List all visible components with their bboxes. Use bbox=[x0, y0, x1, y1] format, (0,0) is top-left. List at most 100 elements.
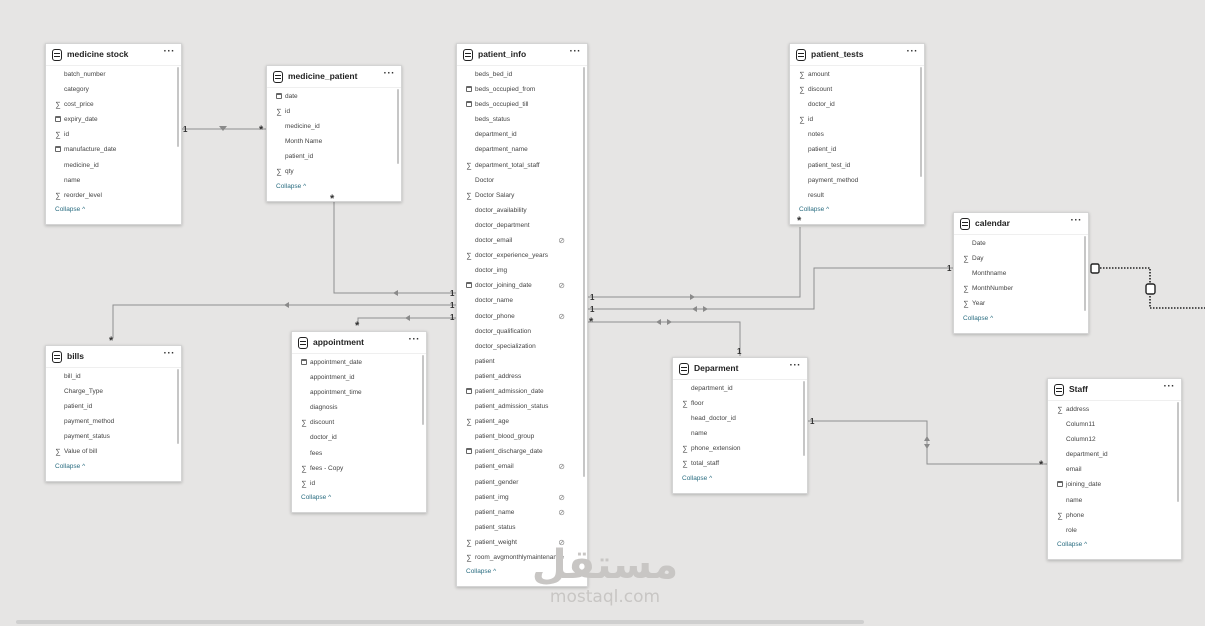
field-item[interactable]: appointment_time bbox=[292, 385, 426, 400]
table-header[interactable]: appointment ··· bbox=[292, 332, 426, 354]
field-list[interactable]: Date ∑ Day Monthname ∑ MonthNumber ∑ Year bbox=[954, 235, 1088, 313]
field-item[interactable]: department_id bbox=[457, 127, 587, 142]
field-list[interactable]: date ∑ id medicine_id Month Name patient_id ∑ q… bbox=[267, 88, 401, 181]
more-options-icon[interactable]: ··· bbox=[1164, 381, 1176, 392]
field-item[interactable]: ∑ phone bbox=[1048, 508, 1181, 523]
collapse-button[interactable]: Collapse ^ bbox=[790, 204, 924, 216]
field-item[interactable]: appointment_id bbox=[292, 370, 426, 385]
field-item[interactable]: ∑ Value of bill bbox=[46, 444, 181, 459]
field-item[interactable]: ∑ id bbox=[267, 104, 401, 119]
relationship-line[interactable] bbox=[588, 227, 801, 298]
field-item[interactable]: email bbox=[1048, 462, 1181, 477]
table-header[interactable]: medicine stock ··· bbox=[46, 44, 181, 66]
more-options-icon[interactable]: ··· bbox=[384, 68, 396, 79]
field-item[interactable]: doctor_img bbox=[457, 263, 587, 278]
field-item[interactable]: notes bbox=[790, 127, 924, 142]
field-item[interactable]: name bbox=[46, 173, 181, 188]
field-item[interactable]: ∑ cost_price bbox=[46, 97, 181, 112]
field-item[interactable]: patient_id bbox=[267, 149, 401, 164]
collapse-button[interactable]: Collapse ^ bbox=[46, 204, 181, 216]
collapse-button[interactable]: Collapse ^ bbox=[954, 313, 1088, 325]
field-item[interactable]: department_name bbox=[457, 142, 587, 157]
field-item[interactable]: beds_status bbox=[457, 112, 587, 127]
field-item[interactable]: role bbox=[1048, 523, 1181, 538]
field-item[interactable]: doctor_phone ⊘ bbox=[457, 309, 587, 324]
field-item[interactable]: patient_id bbox=[790, 142, 924, 157]
field-item[interactable]: ∑ total_staff bbox=[673, 456, 807, 471]
more-options-icon[interactable]: ··· bbox=[907, 46, 919, 57]
field-item[interactable]: beds_occupied_from bbox=[457, 82, 587, 97]
field-item[interactable]: doctor_specialization bbox=[457, 339, 587, 354]
field-list[interactable]: appointment_date appointment_id appointmen… bbox=[292, 354, 426, 492]
collapse-button[interactable]: Collapse ^ bbox=[673, 473, 807, 485]
field-item[interactable]: patient_email ⊘ bbox=[457, 459, 587, 474]
field-scrollbar[interactable] bbox=[1084, 236, 1086, 311]
table-card-appointment[interactable]: appointment ··· appointment_date appointmen… bbox=[291, 331, 427, 513]
field-item[interactable]: patient_gender bbox=[457, 475, 587, 490]
field-item[interactable]: ∑ floor bbox=[673, 396, 807, 411]
relationship-handle[interactable] bbox=[1090, 263, 1100, 274]
field-item[interactable]: ∑ address bbox=[1048, 402, 1181, 417]
field-item[interactable]: doctor_department bbox=[457, 218, 587, 233]
field-list[interactable]: bill_id Charge_Type patient_id payment_meth… bbox=[46, 368, 181, 461]
table-card-calendar[interactable]: calendar ··· Date ∑ Day Monthname ∑ MonthNumber… bbox=[953, 212, 1089, 334]
table-card-medicine-patient[interactable]: medicine_patient ··· date ∑ id medicine_id Mon… bbox=[266, 65, 402, 202]
field-item[interactable]: patient_admission_date bbox=[457, 384, 587, 399]
field-item[interactable]: patient_id bbox=[46, 399, 181, 414]
field-item[interactable]: fees bbox=[292, 446, 426, 461]
more-options-icon[interactable]: ··· bbox=[790, 360, 802, 371]
field-item[interactable]: doctor_name bbox=[457, 293, 587, 308]
more-options-icon[interactable]: ··· bbox=[1071, 215, 1083, 226]
field-item[interactable]: doctor_email ⊘ bbox=[457, 233, 587, 248]
field-item[interactable]: ∑ Doctor Salary bbox=[457, 188, 587, 203]
table-header[interactable]: bills ··· bbox=[46, 346, 181, 368]
field-item[interactable]: ∑ id bbox=[292, 476, 426, 491]
table-card-patient-info[interactable]: patient_info ··· beds_bed_id beds_occupied_… bbox=[456, 43, 588, 588]
field-item[interactable]: medicine_id bbox=[267, 119, 401, 134]
field-item[interactable]: ∑ id bbox=[790, 112, 924, 127]
field-item[interactable]: doctor_id bbox=[292, 430, 426, 445]
field-list[interactable]: department_id ∑ floor head_doctor_id name ∑ ph… bbox=[673, 380, 807, 473]
field-item[interactable]: department_id bbox=[673, 381, 807, 396]
field-item[interactable]: name bbox=[1048, 493, 1181, 508]
table-header[interactable]: patient_tests ··· bbox=[790, 44, 924, 66]
relationship-line[interactable] bbox=[588, 321, 741, 356]
field-scrollbar[interactable] bbox=[177, 369, 179, 444]
relationship-line[interactable] bbox=[357, 317, 456, 325]
table-header[interactable]: calendar ··· bbox=[954, 213, 1088, 235]
field-item[interactable]: name bbox=[673, 426, 807, 441]
field-item[interactable]: ∑ fees - Copy bbox=[292, 461, 426, 476]
field-item[interactable]: expiry_date bbox=[46, 112, 181, 127]
table-header[interactable]: medicine_patient ··· bbox=[267, 66, 401, 88]
field-item[interactable]: patient_discharge_date bbox=[457, 444, 587, 459]
horizontal-scrollbar[interactable] bbox=[16, 620, 864, 624]
field-item[interactable]: doctor_availability bbox=[457, 203, 587, 218]
field-list[interactable]: batch_number category ∑ cost_price expiry_da… bbox=[46, 66, 181, 204]
field-item[interactable]: Column12 bbox=[1048, 432, 1181, 447]
field-item[interactable]: doctor_qualification bbox=[457, 324, 587, 339]
field-item[interactable]: bill_id bbox=[46, 369, 181, 384]
relationship-line-dotted[interactable] bbox=[1094, 267, 1205, 309]
hidden-eye-icon[interactable]: ⊘ bbox=[558, 309, 565, 324]
collapse-button[interactable]: Collapse ^ bbox=[1048, 539, 1181, 551]
field-item[interactable]: medicine_id bbox=[46, 158, 181, 173]
more-options-icon[interactable]: ··· bbox=[570, 46, 582, 57]
field-item[interactable]: ∑ id bbox=[46, 127, 181, 142]
relationship-line[interactable] bbox=[588, 267, 953, 310]
field-item[interactable]: Monthname bbox=[954, 266, 1088, 281]
field-item[interactable]: doctor_id bbox=[790, 97, 924, 112]
relationship-handle[interactable] bbox=[1145, 283, 1156, 295]
field-item[interactable]: ∑ Year bbox=[954, 296, 1088, 311]
hidden-eye-icon[interactable]: ⊘ bbox=[558, 278, 565, 293]
hidden-eye-icon[interactable]: ⊘ bbox=[558, 505, 565, 520]
table-header[interactable]: patient_info ··· bbox=[457, 44, 587, 66]
field-item[interactable]: category bbox=[46, 82, 181, 97]
field-item[interactable]: patient_admission_status bbox=[457, 399, 587, 414]
field-list[interactable]: ∑ amount ∑ discount doctor_id ∑ id notes patient… bbox=[790, 66, 924, 204]
field-item[interactable]: batch_number bbox=[46, 67, 181, 82]
field-item[interactable]: ∑ patient_age bbox=[457, 414, 587, 429]
field-item[interactable]: ∑ doctor_experience_years bbox=[457, 248, 587, 263]
field-item[interactable]: ∑ phone_extension bbox=[673, 441, 807, 456]
field-item[interactable]: ∑ department_total_staff bbox=[457, 158, 587, 173]
field-item[interactable]: payment_method bbox=[790, 173, 924, 188]
